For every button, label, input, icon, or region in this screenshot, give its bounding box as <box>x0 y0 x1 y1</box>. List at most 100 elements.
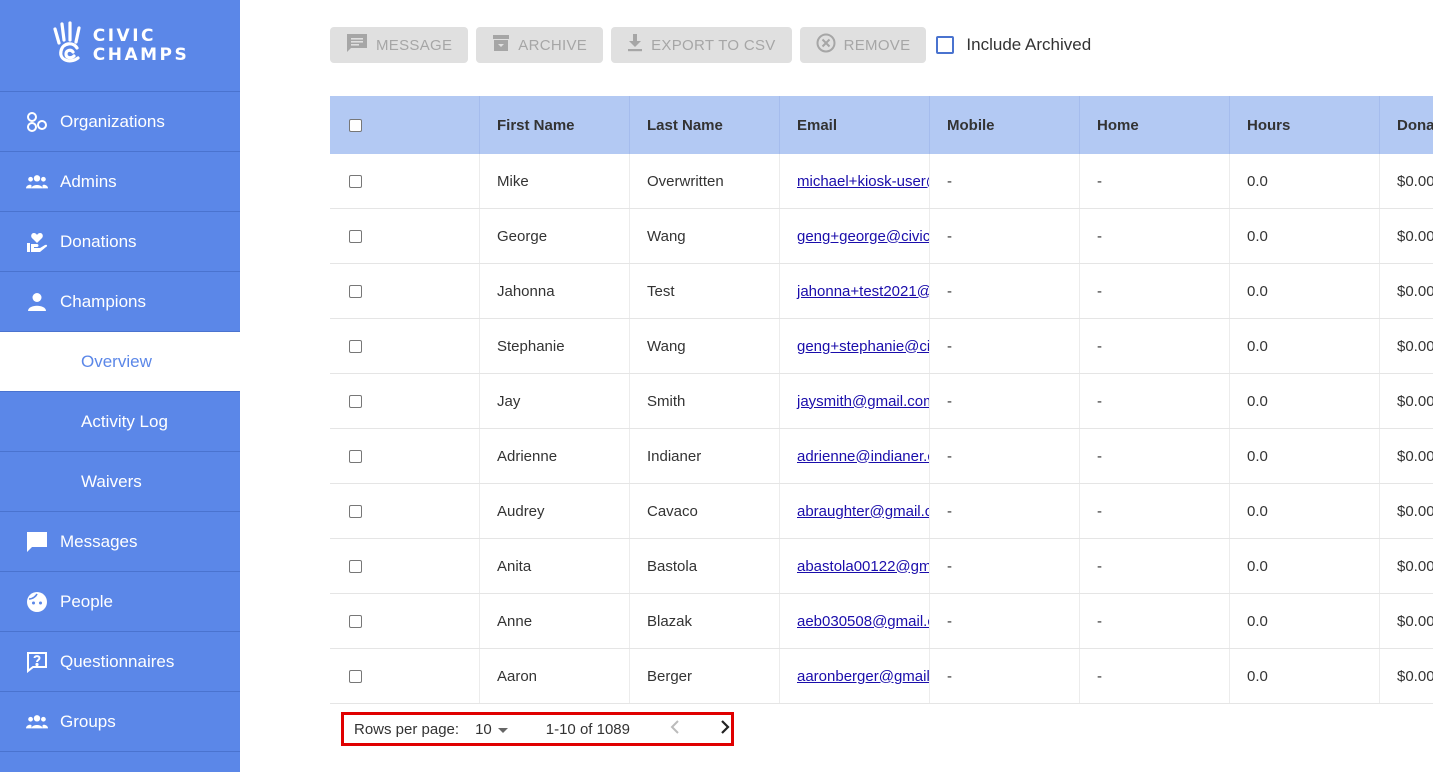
email-link[interactable]: abastola00122@gma <box>797 558 929 575</box>
first-name-cell: Jay <box>480 374 630 428</box>
column-header-last-name[interactable]: Last Name <box>630 96 780 154</box>
donations-cell: $0.00 <box>1380 154 1433 208</box>
sidebar-item-people[interactable]: People <box>0 572 240 632</box>
email-link[interactable]: geng+george@civicc <box>797 228 929 245</box>
email-cell: geng+stephanie@civ <box>780 319 930 373</box>
email-link[interactable]: michael+kiosk-user@ <box>797 173 929 190</box>
row-select-cell <box>330 594 480 648</box>
logo-text: CIVIC CHAMPS <box>92 25 190 65</box>
column-header-mobile[interactable]: Mobile <box>930 96 1080 154</box>
chat-icon <box>26 531 48 553</box>
message-button[interactable]: MESSAGE <box>330 27 469 63</box>
include-archived-toggle[interactable]: Include Archived <box>936 35 1091 55</box>
caret-down-icon <box>497 721 508 738</box>
sidebar-item-activity-log[interactable]: Activity Log <box>0 392 240 452</box>
table-row[interactable]: George Wang geng+george@civicc - -0.0 $0.00 <box>330 209 1433 264</box>
sidebar-item-waivers[interactable]: Waivers <box>0 452 240 512</box>
table-row[interactable]: Mike Overwritten michael+kiosk-user@ - -0.0 $… <box>330 154 1433 209</box>
email-link[interactable]: aeb030508@gmail.c <box>797 613 929 630</box>
row-checkbox[interactable] <box>349 394 362 408</box>
row-checkbox[interactable] <box>349 669 362 683</box>
export-csv-button[interactable]: EXPORT TO CSV <box>611 27 792 63</box>
rows-per-page-select[interactable]: 10 <box>475 721 508 738</box>
remove-button[interactable]: REMOVE <box>799 27 927 63</box>
next-page-button[interactable] <box>720 720 730 738</box>
sidebar-item-label: Admins <box>60 171 117 191</box>
column-header-home[interactable]: Home <box>1080 96 1230 154</box>
first-name-cell: George <box>480 209 630 263</box>
column-header-email[interactable]: Email <box>780 96 930 154</box>
previous-page-button[interactable] <box>670 720 680 738</box>
last-name-cell: Wang <box>630 209 780 263</box>
email-cell: abastola00122@gma <box>780 539 930 593</box>
table-row[interactable]: Audrey Cavaco abraughter@gmail.c - -0.0 $0.00 <box>330 484 1433 539</box>
first-name-cell: Jahonna <box>480 264 630 318</box>
sidebar-item-label: Organizations <box>60 111 165 131</box>
sidebar-item-messages[interactable]: Messages <box>0 512 240 572</box>
last-name-cell: Wang <box>630 319 780 373</box>
column-header-donations[interactable]: Dona <box>1380 96 1433 154</box>
logo-line1: CIVIC <box>92 25 157 46</box>
sidebar-item-questionnaires[interactable]: Questionnaires <box>0 632 240 692</box>
email-link[interactable]: jahonna+test2021@c <box>797 283 929 300</box>
sidebar-item-groups[interactable]: Groups <box>0 692 240 752</box>
hours-cell: 0.0 <box>1230 649 1380 703</box>
email-link[interactable]: abraughter@gmail.c <box>797 503 929 520</box>
face-icon <box>26 591 48 613</box>
row-select-cell <box>330 484 480 538</box>
include-archived-checkbox[interactable] <box>936 36 955 54</box>
select-all-checkbox[interactable] <box>349 118 362 132</box>
donation-hand-icon <box>26 231 48 253</box>
mobile-cell: - <box>930 264 1080 318</box>
last-name-cell: Overwritten <box>630 154 780 208</box>
row-checkbox[interactable] <box>349 559 362 573</box>
sidebar-item-organizations[interactable]: Organizations <box>0 92 240 152</box>
row-checkbox[interactable] <box>349 229 362 243</box>
organizations-icon <box>26 111 48 133</box>
sidebar-item-champions[interactable]: Champions <box>0 272 240 332</box>
row-checkbox[interactable] <box>349 284 362 298</box>
email-link[interactable]: jaysmith@gmail.com <box>797 393 929 410</box>
last-name-cell: Berger <box>630 649 780 703</box>
email-cell: aeb030508@gmail.c <box>780 594 930 648</box>
table-row[interactable]: Jahonna Test jahonna+test2021@c - -0.0 $0.00 <box>330 264 1433 319</box>
home-cell: - <box>1080 484 1230 538</box>
rows-per-page-value: 10 <box>475 720 492 738</box>
column-header-hours[interactable]: Hours <box>1230 96 1380 154</box>
table-row[interactable]: Stephanie Wang geng+stephanie@civ - -0.0 $0.0… <box>330 319 1433 374</box>
row-select-cell <box>330 209 480 263</box>
table-row[interactable]: Anne Blazak aeb030508@gmail.c - -0.0 $0.00 <box>330 594 1433 649</box>
sidebar-item-overview[interactable]: Overview <box>0 332 240 392</box>
sidebar-item-label: Messages <box>60 531 138 551</box>
home-cell: - <box>1080 649 1230 703</box>
email-link[interactable]: geng+stephanie@civ <box>797 338 929 355</box>
email-link[interactable]: adrienne@indianer.c <box>797 448 929 465</box>
sidebar-item-donations[interactable]: Donations <box>0 212 240 272</box>
row-checkbox[interactable] <box>349 174 362 188</box>
pagination: Rows per page: 10 1-10 of 1089 <box>341 712 734 746</box>
table-row[interactable]: Adrienne Indianer adrienne@indianer.c - -0.0… <box>330 429 1433 484</box>
person-icon <box>26 291 48 313</box>
column-header-first-name[interactable]: First Name <box>480 96 630 154</box>
include-archived-label: Include Archived <box>966 35 1092 54</box>
row-checkbox[interactable] <box>349 339 362 353</box>
row-checkbox[interactable] <box>349 614 362 628</box>
first-name-cell: Audrey <box>480 484 630 538</box>
table-row[interactable]: Aaron Berger aaronberger@gmail. - -0.0 $0.00 <box>330 649 1433 704</box>
archive-button[interactable]: ARCHIVE <box>476 27 604 63</box>
hours-cell: 0.0 <box>1230 374 1380 428</box>
row-checkbox[interactable] <box>349 449 362 463</box>
first-name-cell: Stephanie <box>480 319 630 373</box>
row-checkbox[interactable] <box>349 504 362 518</box>
logo-line2: CHAMPS <box>92 44 190 65</box>
sidebar-item-admins[interactable]: Admins <box>0 152 240 212</box>
email-link[interactable]: aaronberger@gmail. <box>797 668 929 685</box>
donations-cell: $0.00 <box>1380 264 1433 318</box>
sidebar-item-label: People <box>60 591 113 611</box>
table-row[interactable]: Jay Smith jaysmith@gmail.com - -0.0 $0.00 <box>330 374 1433 429</box>
donations-cell: $0.00 <box>1380 319 1433 373</box>
donations-cell: $0.00 <box>1380 649 1433 703</box>
sidebar-item-label: Questionnaires <box>60 651 175 671</box>
logo[interactable]: CIVIC CHAMPS <box>0 0 240 92</box>
table-row[interactable]: Anita Bastola abastola00122@gma - -0.0 $0.00 <box>330 539 1433 594</box>
